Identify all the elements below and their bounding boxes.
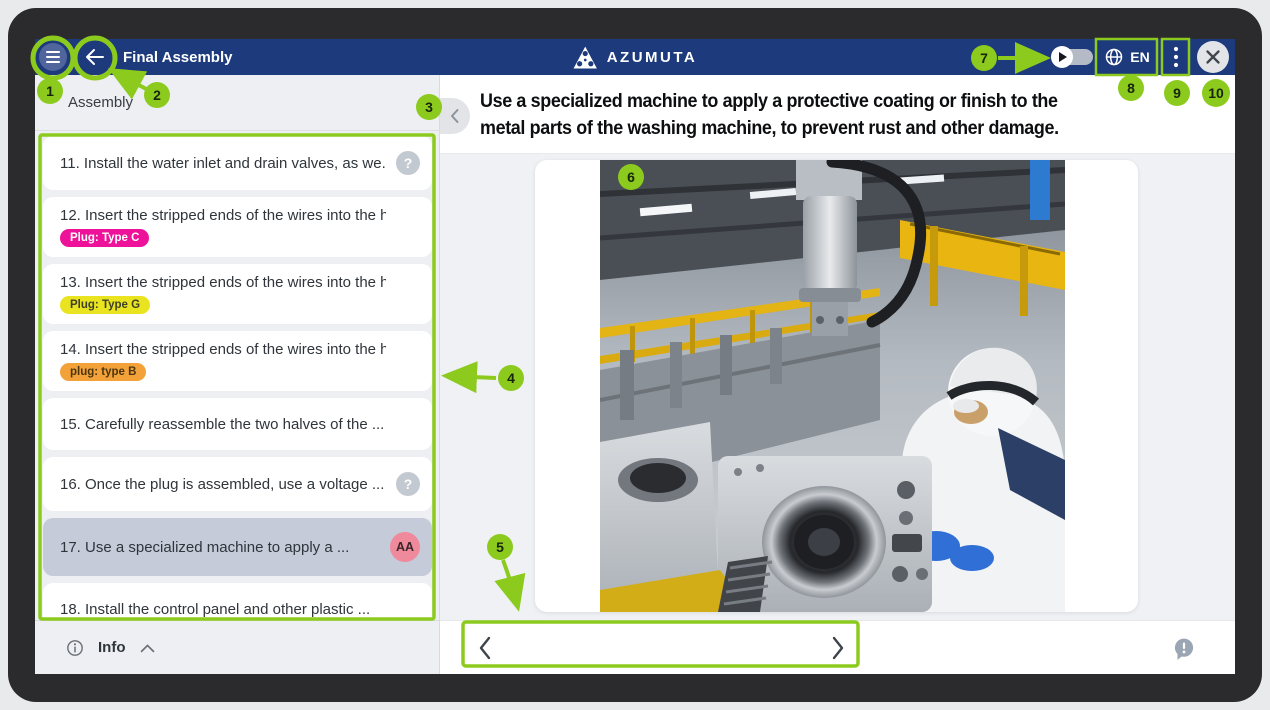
- azumuta-logo-icon: [573, 46, 598, 69]
- language-button[interactable]: EN: [1098, 40, 1156, 74]
- step-item-16[interactable]: 16. Once the plug is assembled, use a vo…: [43, 457, 432, 511]
- chevron-left-icon: [476, 635, 494, 661]
- topbar: Final Assembly AZUMUTA: [35, 39, 1235, 75]
- plug-type-badge: Plug: Type G: [60, 296, 150, 314]
- step-item-15[interactable]: 15. Carefully reassemble the two halves …: [43, 398, 432, 450]
- screenshot-page: Final Assembly AZUMUTA: [0, 0, 1270, 710]
- app-window: Final Assembly AZUMUTA: [35, 39, 1235, 674]
- main-panel: Use a specialized machine to apply a pro…: [440, 75, 1235, 674]
- sidebar-header: Assembly: [35, 75, 440, 131]
- previous-step-button[interactable]: [469, 632, 501, 664]
- step-photo[interactable]: [600, 160, 1065, 612]
- step-item-11[interactable]: 11. Install the water inlet and drain va…: [43, 136, 432, 190]
- brand-name: AZUMUTA: [607, 49, 698, 66]
- language-label: EN: [1130, 49, 1149, 65]
- assignee-avatar: AA: [390, 532, 420, 562]
- page-title: Final Assembly: [123, 39, 232, 75]
- alert-bubble-icon: [1171, 636, 1197, 662]
- plug-type-badge: Plug: Type C: [60, 229, 149, 247]
- chevron-up-icon: [139, 642, 156, 654]
- play-icon: [1051, 46, 1073, 68]
- hamburger-icon: [46, 51, 60, 53]
- hamburger-menu-button[interactable]: [39, 43, 67, 71]
- step-item-17-selected[interactable]: 17. Use a specialized machine to apply a…: [43, 518, 432, 576]
- factory-photo-illustration: [600, 160, 1065, 612]
- instruction-heading-bar: Use a specialized machine to apply a pro…: [440, 75, 1235, 154]
- info-footer-toggle[interactable]: Info: [35, 620, 439, 674]
- help-icon[interactable]: ?: [396, 472, 420, 496]
- plug-type-badge: plug: type B: [60, 363, 146, 381]
- more-options-button[interactable]: [1163, 40, 1189, 74]
- instruction-heading: Use a specialized machine to apply a pro…: [480, 88, 1059, 142]
- back-arrow-icon: [83, 45, 107, 69]
- globe-icon: [1104, 47, 1124, 67]
- step-item-12[interactable]: 12. Insert the stripped ends of the wire…: [43, 197, 432, 257]
- step-list[interactable]: 11. Install the water inlet and drain va…: [43, 136, 432, 620]
- report-issue-button[interactable]: [1168, 633, 1200, 665]
- close-icon: [1205, 49, 1221, 65]
- step-item-14[interactable]: 14. Insert the stripped ends of the wire…: [43, 331, 432, 391]
- next-step-button[interactable]: [822, 632, 854, 664]
- step-item-18[interactable]: 18. Install the control panel and other …: [43, 583, 432, 620]
- step-navigation-bar: [440, 620, 1235, 674]
- close-button[interactable]: [1197, 41, 1229, 73]
- step-media-card: [535, 160, 1138, 612]
- back-button[interactable]: [81, 43, 109, 71]
- kebab-icon: [1173, 46, 1179, 68]
- autoplay-toggle[interactable]: [1051, 46, 1093, 68]
- help-icon[interactable]: ?: [396, 151, 420, 175]
- info-icon: [65, 638, 85, 658]
- chevron-left-icon: [448, 107, 462, 125]
- brand-logo: AZUMUTA: [573, 39, 698, 75]
- steps-sidebar: Assembly 11. Install the water inlet and…: [35, 75, 440, 674]
- step-item-13[interactable]: 13. Insert the stripped ends of the wire…: [43, 264, 432, 324]
- info-label: Info: [98, 639, 126, 656]
- chevron-right-icon: [829, 635, 847, 661]
